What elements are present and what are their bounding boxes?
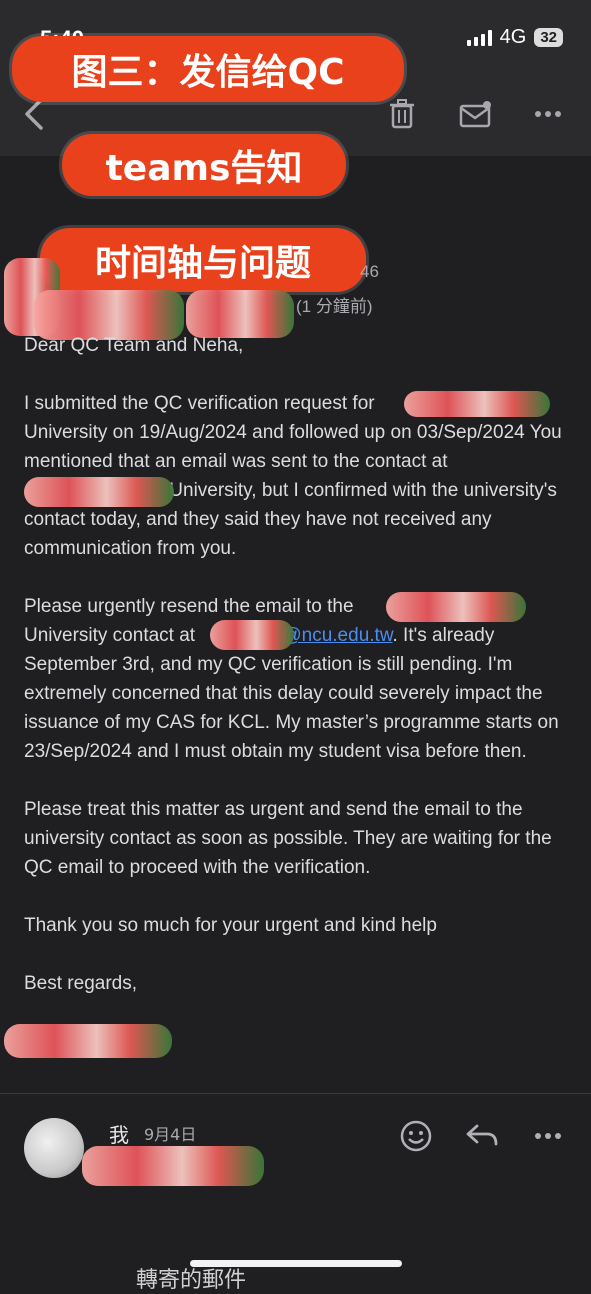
email-paragraph-3: Please treat this matter as urgent and s…: [24, 799, 552, 878]
network-label: 4G: [499, 26, 527, 48]
more-icon[interactable]: [528, 1116, 568, 1156]
redaction-university-3: [386, 592, 526, 622]
reply-icon[interactable]: [462, 1116, 502, 1156]
redaction-university-1: [404, 391, 550, 417]
status-indicators: 4G 32: [466, 26, 563, 49]
email-greeting: Dear QC Team and Neha,: [24, 335, 244, 356]
more-icon[interactable]: [528, 96, 568, 132]
sender-number: 46: [360, 262, 379, 281]
overlay-label-1: 图三：发信给QC: [12, 36, 404, 102]
overlay-label-2: teams告知: [62, 134, 346, 196]
p2-a: Please urgently resend the email to the: [24, 596, 354, 617]
redaction-email-local: [210, 620, 294, 650]
email-closing: Best regards,: [24, 973, 137, 994]
p1-b: University on 19/Aug/2024 and followed u…: [24, 422, 562, 472]
avatar[interactable]: [24, 1118, 84, 1178]
university-email-link[interactable]: @ncu.edu.tw: [282, 625, 392, 646]
redaction-signature: [4, 1024, 172, 1058]
redaction-reply-recipient: [82, 1146, 264, 1186]
p1-a: I submitted the QC verification request …: [24, 393, 375, 414]
signal-icon: [466, 29, 492, 46]
reply-divider: [0, 1093, 591, 1094]
email-body: Dear QC Team and Neha, I submitted the Q…: [24, 331, 569, 998]
battery-icon: 32: [534, 28, 563, 47]
reply-sender: 我: [109, 1123, 129, 1147]
trash-icon[interactable]: [382, 96, 422, 132]
redaction-university-2: [24, 477, 174, 507]
email-paragraph-4: Thank you so much for your urgent and ki…: [24, 915, 437, 936]
p2-b: University contact at: [24, 625, 196, 646]
overlay-label-3: 时间轴与问题: [40, 228, 366, 292]
sender-time: (1 分鐘前): [296, 297, 373, 316]
reply-date: 9月4日: [144, 1125, 197, 1144]
home-indicator[interactable]: [190, 1260, 402, 1267]
mail-icon[interactable]: [456, 96, 496, 132]
emoji-icon[interactable]: [396, 1116, 436, 1156]
